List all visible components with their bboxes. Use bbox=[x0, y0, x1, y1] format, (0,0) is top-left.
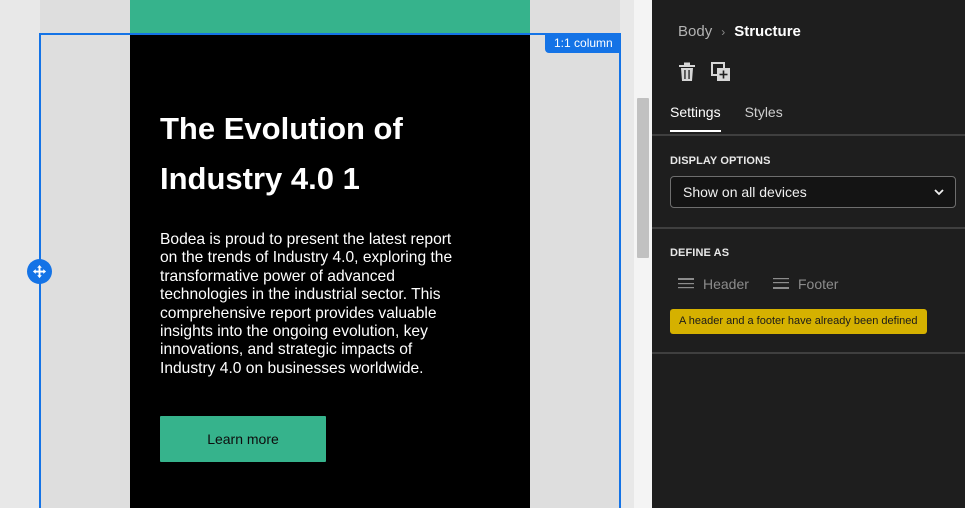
move-arrows-icon bbox=[32, 264, 47, 279]
properties-panel: Body › Structure Settings Styles DISPLAY… bbox=[652, 0, 965, 508]
define-footer-label: Footer bbox=[798, 276, 839, 292]
breadcrumb-current: Structure bbox=[734, 23, 801, 40]
header-footer-warning-badge: A header and a footer have already been … bbox=[670, 309, 927, 334]
header-layout-icon bbox=[678, 278, 694, 289]
learn-more-button[interactable]: Learn more bbox=[160, 416, 326, 462]
section-divider bbox=[652, 352, 965, 354]
define-header-label: Header bbox=[703, 276, 749, 292]
display-options-select[interactable]: Show on all devices bbox=[670, 176, 956, 208]
canvas-scrollbar[interactable] bbox=[634, 0, 652, 508]
define-as-label: DEFINE AS bbox=[670, 247, 730, 259]
chevron-down-icon bbox=[934, 189, 944, 196]
scrollbar-thumb[interactable] bbox=[637, 98, 649, 258]
trash-icon[interactable] bbox=[678, 62, 696, 82]
define-footer-button[interactable]: Footer bbox=[773, 276, 838, 292]
footer-layout-icon bbox=[773, 278, 789, 289]
tab-settings[interactable]: Settings bbox=[670, 100, 721, 132]
display-options-label: DISPLAY OPTIONS bbox=[670, 155, 771, 167]
display-options-value: Show on all devices bbox=[683, 184, 807, 200]
move-handle[interactable] bbox=[27, 259, 52, 284]
breadcrumb-body[interactable]: Body bbox=[678, 23, 712, 40]
breadcrumb-separator-icon: › bbox=[721, 24, 726, 39]
email-canvas: The Evolution of Industry 4.0 1 Bodea is… bbox=[0, 0, 634, 508]
tabs-divider bbox=[652, 134, 965, 136]
previous-section-band[interactable] bbox=[130, 0, 530, 33]
breadcrumb: Body › Structure bbox=[678, 23, 801, 40]
column-layout-badge: 1:1 column bbox=[545, 33, 621, 53]
content-headline[interactable]: The Evolution of Industry 4.0 1 bbox=[160, 104, 500, 204]
duplicate-icon[interactable] bbox=[711, 62, 731, 82]
tab-styles[interactable]: Styles bbox=[745, 100, 783, 132]
content-body-text[interactable]: Bodea is proud to present the latest rep… bbox=[160, 231, 460, 378]
define-header-button[interactable]: Header bbox=[678, 276, 749, 292]
section-divider bbox=[652, 227, 965, 229]
panel-tabs: Settings Styles bbox=[670, 100, 807, 132]
